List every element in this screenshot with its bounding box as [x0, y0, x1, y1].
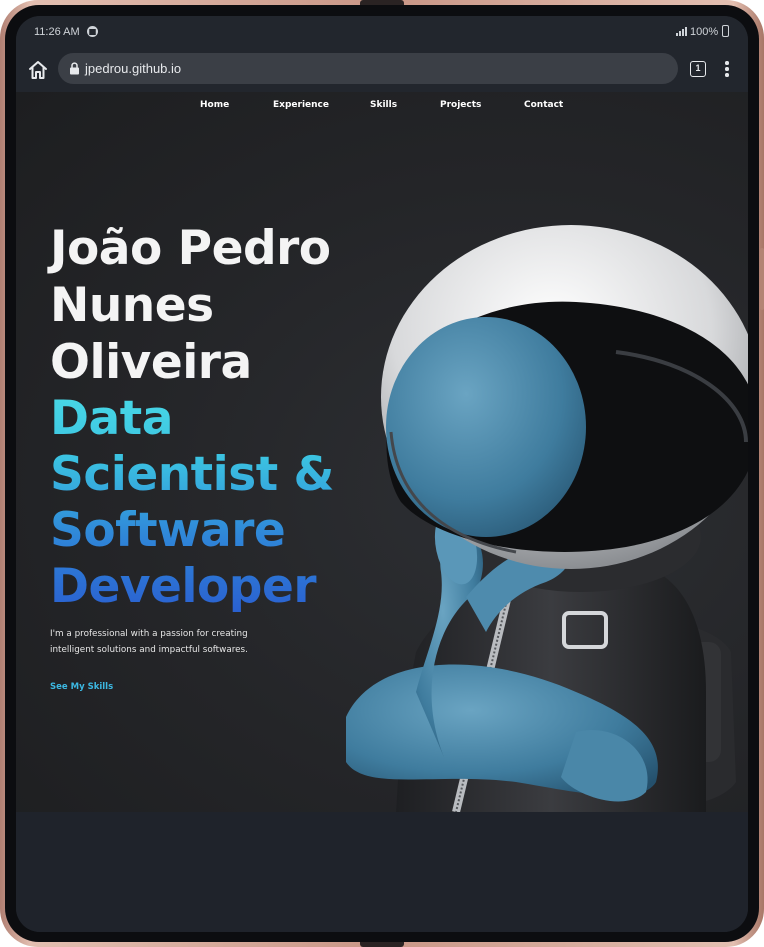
- site-nav: Home Experience Skills Projects Contact: [16, 100, 748, 120]
- nav-experience[interactable]: Experience: [273, 100, 329, 110]
- hero-role: Data Scientist & Software Developer: [50, 391, 390, 615]
- browser-toolbar: jpedrou.github.io 1: [16, 48, 748, 92]
- hero-description-line: intelligent solutions and impactful soft…: [50, 645, 248, 655]
- device-frame: 11:26 AM 100% jpedrou.github.io 1 Home E…: [0, 0, 764, 947]
- lock-icon: [69, 62, 80, 75]
- hero-name-line: Nunes: [50, 278, 214, 333]
- website: Home Experience Skills Projects Contact …: [16, 92, 748, 812]
- more-vert-icon[interactable]: [719, 60, 733, 78]
- see-skills-link[interactable]: See My Skills: [50, 682, 113, 692]
- home-icon[interactable]: [26, 58, 50, 82]
- hero-description-line: I'm a professional with a passion for cr…: [50, 629, 248, 639]
- volume-button: [760, 248, 764, 310]
- tabs-icon[interactable]: 1: [690, 61, 706, 77]
- battery-icon: [722, 25, 729, 37]
- nav-projects[interactable]: Projects: [440, 100, 481, 110]
- battery-percent: 100%: [690, 26, 719, 38]
- nav-contact[interactable]: Contact: [524, 100, 563, 110]
- hero-role-line: Developer: [50, 559, 317, 614]
- status-bar: 11:26 AM 100%: [16, 16, 748, 48]
- hero-name-line: João Pedro: [50, 221, 331, 276]
- url-bar[interactable]: jpedrou.github.io: [58, 53, 678, 84]
- hero-role-line: Software: [50, 503, 286, 558]
- nav-home[interactable]: Home: [200, 100, 229, 110]
- hero-role-line: Scientist &: [50, 447, 335, 502]
- status-time: 11:26 AM: [34, 26, 80, 38]
- spotify-icon: [87, 26, 98, 37]
- hero-description: I'm a professional with a passion for cr…: [50, 626, 280, 658]
- page-below-hero: [16, 812, 748, 932]
- hero-name-line: Oliveira: [50, 335, 252, 390]
- screen: 11:26 AM 100% jpedrou.github.io 1 Home E…: [16, 16, 748, 932]
- url-text: jpedrou.github.io: [85, 61, 182, 76]
- hero-role-line: Data: [50, 391, 173, 446]
- signal-icon: [676, 27, 687, 36]
- nav-skills[interactable]: Skills: [370, 100, 397, 110]
- hero-name: João Pedro Nunes Oliveira: [50, 220, 390, 391]
